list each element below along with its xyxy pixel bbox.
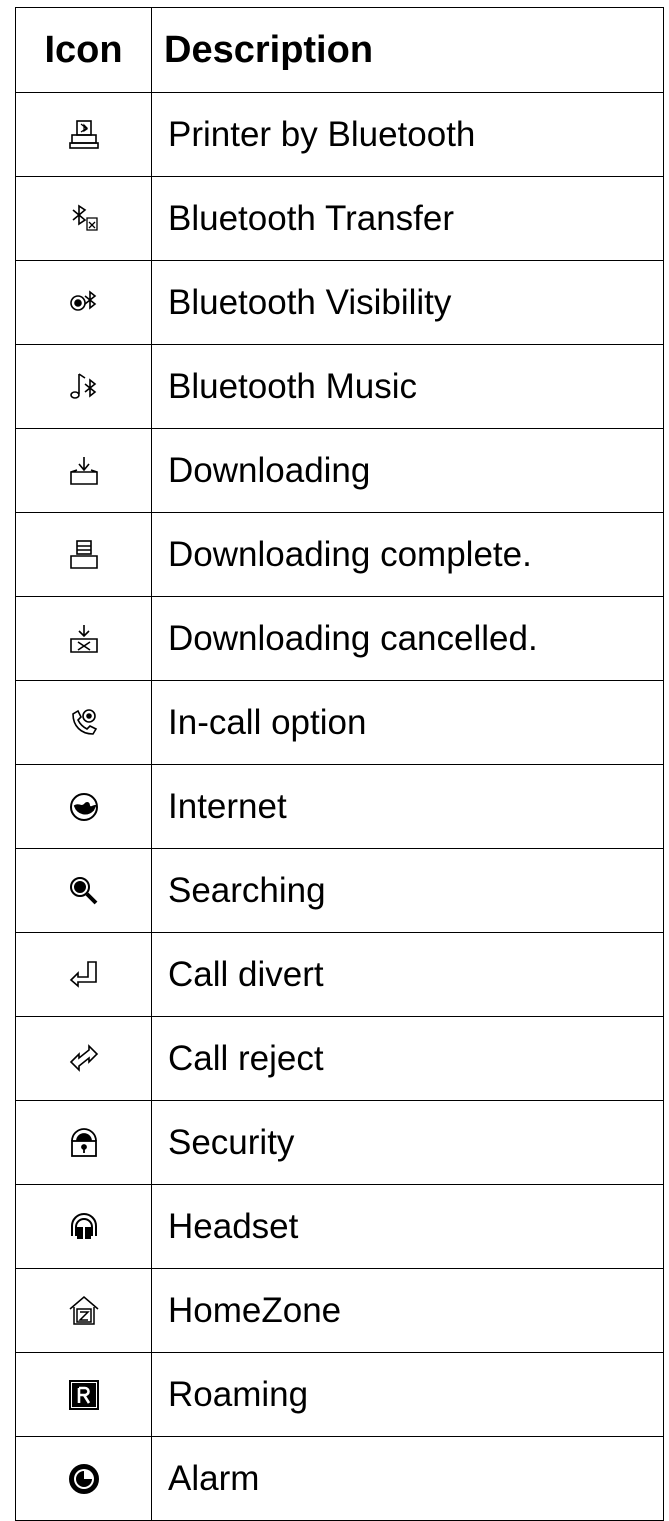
- table-row: Downloading: [15, 428, 664, 513]
- bluetooth-transfer-icon: [71, 204, 98, 231]
- printer-bluetooth-icon: [68, 119, 99, 149]
- header-description: Description: [151, 7, 664, 93]
- header-icon: Icon: [15, 7, 152, 93]
- table-row: Downloading complete.: [15, 512, 664, 597]
- searching-icon: [69, 876, 97, 904]
- table-row: Bluetooth Music: [15, 344, 664, 429]
- alarm-icon: [68, 1463, 99, 1494]
- table-row: Internet: [15, 764, 664, 849]
- table-row: Bluetooth Transfer: [15, 176, 664, 261]
- table-row: Alarm: [15, 1436, 664, 1521]
- description-cell: Bluetooth Music: [151, 344, 664, 429]
- bluetooth-visibility-icon: [69, 289, 96, 311]
- table-row: Security: [15, 1100, 664, 1185]
- in-call-option-icon: [71, 708, 97, 735]
- description-cell: Downloading: [151, 428, 664, 513]
- table-row: Printer by Bluetooth: [15, 92, 664, 177]
- table-row: Searching: [15, 848, 664, 933]
- description-cell: Roaming: [151, 1352, 664, 1437]
- description-cell: Alarm: [151, 1436, 664, 1521]
- description-cell: Headset: [151, 1184, 664, 1269]
- bluetooth-music-icon: [69, 372, 96, 399]
- table-row: Downloading cancelled.: [15, 596, 664, 681]
- table-row: In-call option: [15, 680, 664, 765]
- table-row: Roaming: [15, 1352, 664, 1437]
- internet-icon: [69, 792, 98, 821]
- security-icon: [70, 1127, 97, 1157]
- description-cell: Call divert: [151, 932, 664, 1017]
- call-reject-icon: [69, 1043, 98, 1072]
- table-header-row: Icon Description: [15, 7, 664, 93]
- description-cell: Call reject: [151, 1016, 664, 1101]
- description-cell: Bluetooth Visibility: [151, 260, 664, 345]
- downloading-icon: [69, 456, 98, 485]
- description-cell: Security: [151, 1100, 664, 1185]
- description-cell: In-call option: [151, 680, 664, 765]
- table-row: Bluetooth Visibility: [15, 260, 664, 345]
- description-cell: Downloading complete.: [151, 512, 664, 597]
- homezone-icon: [69, 1295, 98, 1325]
- description-cell: Downloading cancelled.: [151, 596, 664, 681]
- description-cell: Searching: [151, 848, 664, 933]
- headset-icon: [70, 1212, 97, 1239]
- icon-description-table: Icon Description Printer by Bluetooth Bl…: [15, 7, 664, 1521]
- table-row: Headset: [15, 1184, 664, 1269]
- table-row: HomeZone: [15, 1268, 664, 1353]
- description-cell: Bluetooth Transfer: [151, 176, 664, 261]
- table-row: Call reject: [15, 1016, 664, 1101]
- description-cell: Printer by Bluetooth: [151, 92, 664, 177]
- table-row: Call divert: [15, 932, 664, 1017]
- roaming-icon: [68, 1379, 99, 1410]
- description-cell: Internet: [151, 764, 664, 849]
- downloading-cancelled-icon: [69, 624, 98, 653]
- call-divert-icon: [69, 960, 97, 988]
- downloading-complete-icon: [69, 539, 98, 569]
- description-cell: HomeZone: [151, 1268, 664, 1353]
